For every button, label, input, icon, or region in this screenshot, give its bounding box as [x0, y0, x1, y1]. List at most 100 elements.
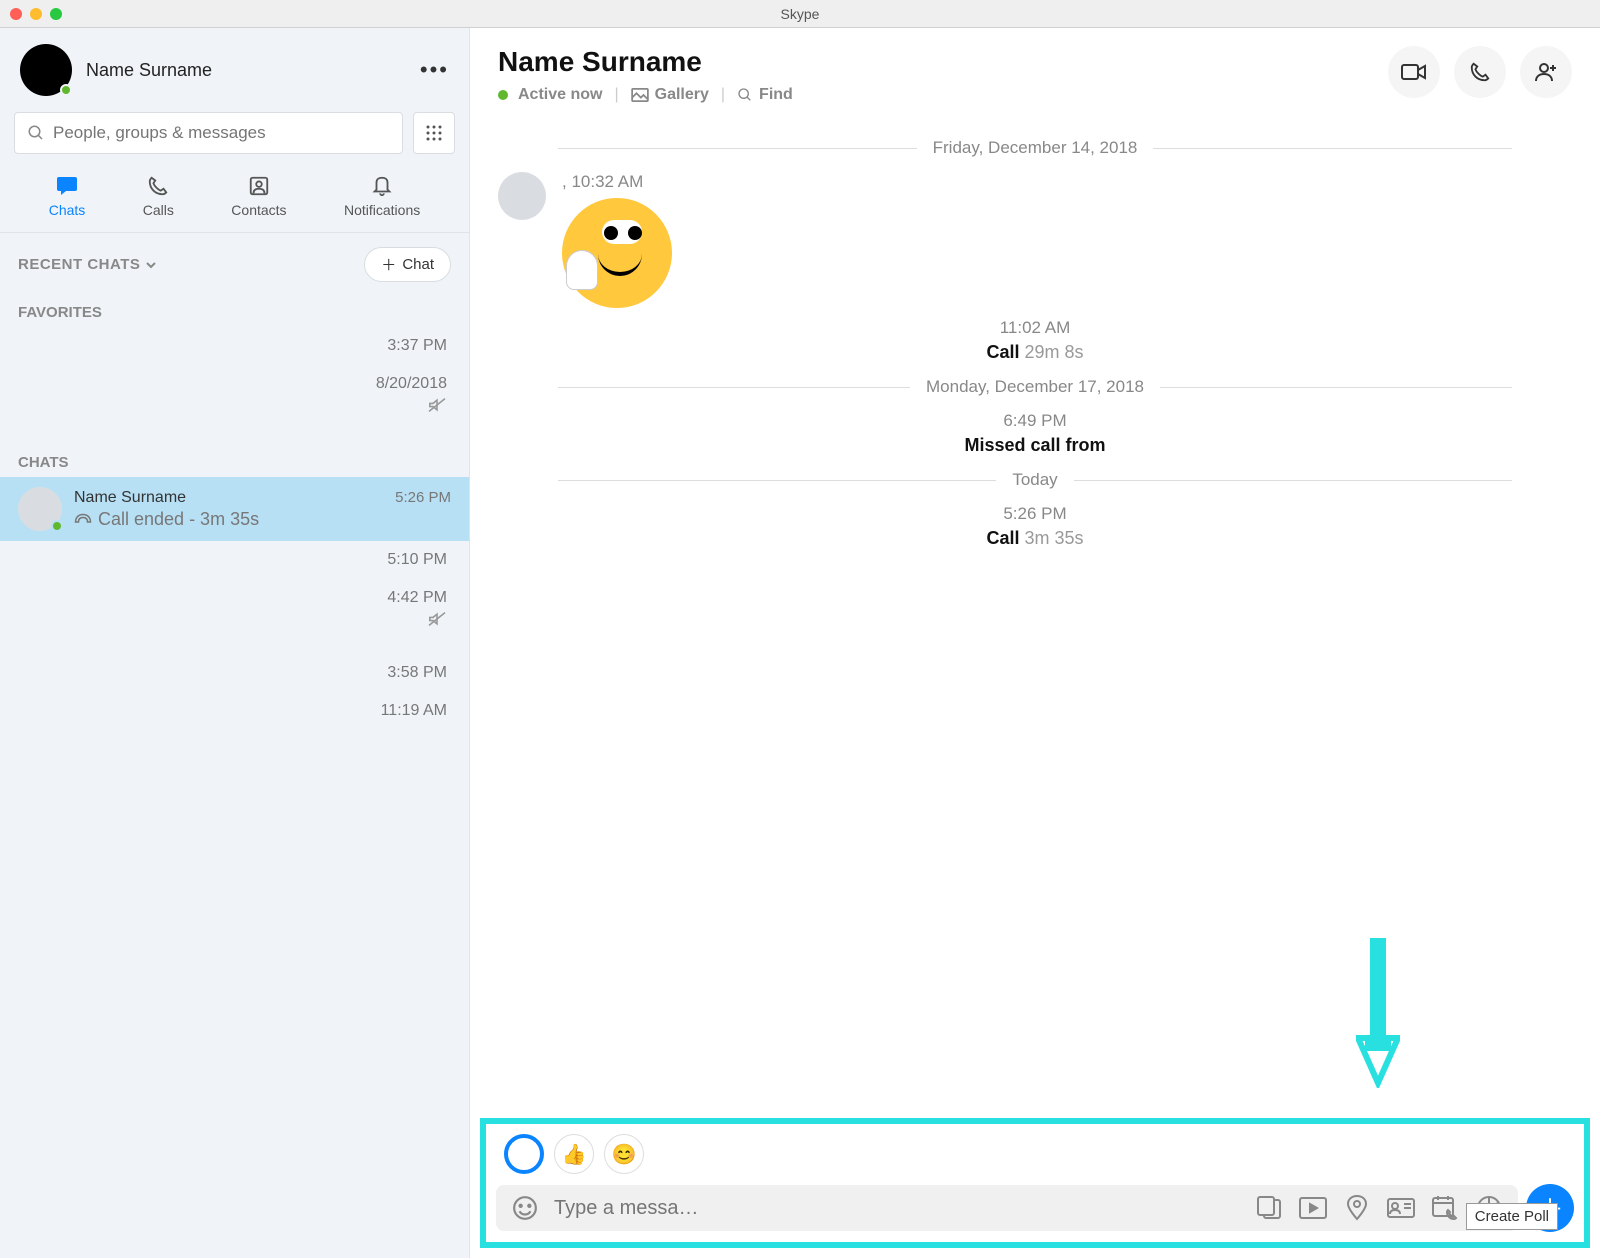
favorite-stub[interactable]: 8/20/2018	[0, 365, 469, 440]
presence-dot-icon	[51, 520, 63, 532]
gallery-link[interactable]: Gallery	[631, 86, 709, 104]
chevron-down-icon[interactable]	[145, 259, 157, 271]
tab-notifications[interactable]: Notifications	[344, 174, 420, 218]
tab-calls[interactable]: Calls	[143, 174, 174, 218]
search-box[interactable]	[14, 112, 403, 154]
chat-item-active[interactable]: Name Surname 5:26 PM Call ended - 3m 35s	[0, 477, 469, 541]
location-icon	[1346, 1195, 1368, 1221]
date-divider: Monday, December 17, 2018	[558, 377, 1512, 397]
chat-stub[interactable]: 3:58 PM	[0, 654, 469, 692]
call-label: Call	[986, 342, 1019, 362]
message-composer	[496, 1185, 1518, 1231]
tab-label: Calls	[143, 202, 174, 218]
plus-icon: ＋	[381, 254, 396, 275]
chat-stub[interactable]: 11:19 AM	[0, 692, 469, 730]
tab-contacts[interactable]: Contacts	[231, 174, 286, 218]
person-add-icon	[1534, 61, 1558, 83]
chats-icon	[55, 174, 79, 198]
reaction-selected[interactable]	[504, 1134, 544, 1174]
call-time: 11:02 AM	[498, 318, 1572, 338]
date-divider: Friday, December 14, 2018	[558, 138, 1512, 158]
search-row	[0, 112, 469, 166]
date-divider: Today	[558, 470, 1512, 490]
attach-file-button[interactable]	[1254, 1196, 1284, 1220]
favorites-header: FAVORITES	[0, 290, 469, 327]
window-title: Skype	[781, 6, 820, 22]
video-icon	[1299, 1197, 1327, 1219]
titlebar: Skype	[0, 0, 1600, 28]
sticker-hi-emoji[interactable]	[562, 198, 672, 308]
call-duration: 3m 35s	[1025, 528, 1084, 548]
dialpad-icon	[425, 124, 443, 142]
location-button[interactable]	[1342, 1195, 1372, 1221]
tab-label: Contacts	[231, 202, 286, 218]
audio-call-button[interactable]	[1454, 46, 1506, 98]
call-event: 11:02 AM Call 29m 8s	[498, 318, 1572, 363]
emoji-picker-button[interactable]	[510, 1195, 540, 1221]
profile-row: Name Surname •••	[0, 28, 469, 112]
video-icon	[1401, 62, 1427, 82]
contact-card-button[interactable]	[1386, 1198, 1416, 1218]
conversation-pane: Name Surname Active now | Gallery | Find…	[470, 28, 1600, 1258]
tab-label: Chats	[49, 202, 86, 218]
phone-icon	[1469, 61, 1491, 83]
more-icon[interactable]: •••	[420, 57, 449, 83]
calendar-phone-icon	[1432, 1195, 1458, 1221]
call-time: 5:26 PM	[498, 504, 1572, 524]
card-icon	[1387, 1198, 1415, 1218]
new-chat-button[interactable]: ＋Chat	[364, 247, 451, 282]
nav-tabs: Chats Calls Contacts Notifications	[0, 166, 469, 233]
annotation-arrow-icon	[1356, 938, 1400, 1088]
tab-chats[interactable]: Chats	[49, 174, 86, 218]
tooltip: Create Poll	[1466, 1203, 1558, 1230]
minimize-icon[interactable]	[30, 8, 42, 20]
missed-label: Missed call from	[964, 435, 1105, 455]
find-link[interactable]: Find	[737, 86, 793, 104]
profile-name: Name Surname	[86, 60, 420, 81]
smiley-icon	[512, 1195, 538, 1221]
chat-stub[interactable]: 5:10 PM	[0, 541, 469, 579]
recent-header: RECENT CHATS ＋Chat	[0, 233, 469, 290]
video-call-button[interactable]	[1388, 46, 1440, 98]
call-label: Call	[986, 528, 1019, 548]
status-badge: Active now	[498, 86, 602, 104]
reaction-thumbs-up[interactable]: 👍	[554, 1134, 594, 1174]
chat-stub[interactable]: 4:42 PM	[0, 579, 469, 654]
chat-subtitle: Call ended - 3m 35s	[98, 509, 259, 530]
composer-highlight: 👍 😊 ＋	[480, 1118, 1590, 1248]
conversation-header: Name Surname Active now | Gallery | Find	[470, 28, 1600, 114]
call-time: 6:49 PM	[498, 411, 1572, 431]
gallery-icon	[631, 88, 649, 102]
message-row: , 10:32 AM	[498, 172, 1572, 308]
presence-dot-icon	[60, 84, 72, 96]
stub-time: 8/20/2018	[22, 375, 447, 393]
search-input[interactable]	[53, 123, 390, 143]
contacts-icon	[248, 174, 270, 198]
missed-call-event: 6:49 PM Missed call from	[498, 411, 1572, 456]
reaction-smile[interactable]: 😊	[604, 1134, 644, 1174]
message-input[interactable]	[554, 1197, 1240, 1220]
add-participants-button[interactable]	[1520, 46, 1572, 98]
message-avatar[interactable]	[498, 172, 546, 220]
call-event: 5:26 PM Call 3m 35s	[498, 504, 1572, 549]
mute-icon	[427, 611, 447, 627]
video-message-button[interactable]	[1298, 1197, 1328, 1219]
tab-label: Notifications	[344, 202, 420, 218]
quick-reaction-row: 👍 😊	[496, 1134, 1574, 1184]
messages-list[interactable]: Friday, December 14, 2018 , 10:32 AM 11:…	[470, 114, 1600, 1258]
chat-body: Name Surname 5:26 PM Call ended - 3m 35s	[74, 489, 451, 530]
schedule-call-button[interactable]	[1430, 1195, 1460, 1221]
calls-icon	[147, 174, 169, 198]
search-icon	[27, 124, 45, 142]
mute-icon	[427, 397, 447, 413]
bell-icon	[371, 174, 393, 198]
dialpad-button[interactable]	[413, 112, 455, 154]
avatar[interactable]	[20, 44, 72, 96]
stub-time: 4:42 PM	[22, 589, 447, 607]
phone-icon	[74, 512, 92, 526]
close-icon[interactable]	[10, 8, 22, 20]
search-icon	[737, 87, 753, 103]
maximize-icon[interactable]	[50, 8, 62, 20]
favorite-stub[interactable]: 3:37 PM	[0, 327, 469, 365]
presence-dot-icon	[498, 90, 508, 100]
